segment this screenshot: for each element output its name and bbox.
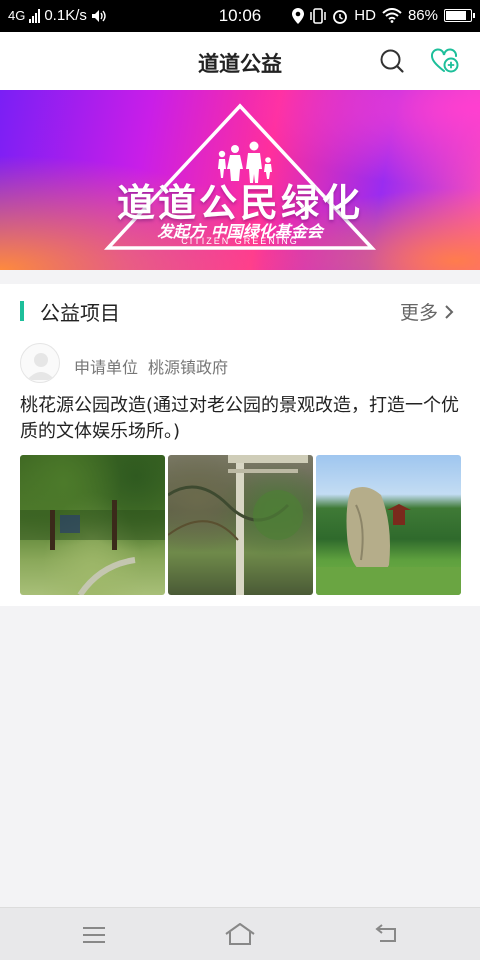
status-bar: 4G 0.1K/s 10:06 HD 86%	[0, 0, 480, 32]
overgrown-arbor-photo[interactable]	[168, 455, 313, 595]
banner-subtitle: CITIZEN GREENING	[181, 236, 299, 246]
app-header: 道道公益	[0, 32, 480, 90]
battery-percent: 86%	[407, 7, 438, 24]
section-accent-bar	[20, 301, 24, 321]
location-icon	[292, 7, 305, 24]
heart-add-icon[interactable]	[431, 48, 459, 74]
more-label: 更多	[399, 302, 438, 324]
wifi-icon	[382, 8, 402, 23]
menu-icon[interactable]	[82, 925, 106, 945]
applicant-name: 桃源镇政府	[148, 358, 229, 377]
promo-banner[interactable]: 道道公民绿化 发起方 中国绿化基金会 CITIZEN GREENING	[0, 90, 480, 270]
hd-label: HD	[354, 7, 376, 24]
park-photo[interactable]	[20, 455, 165, 595]
back-icon[interactable]	[374, 924, 398, 944]
applicant-label: 申请单位	[74, 358, 139, 377]
alarm-icon	[333, 9, 348, 24]
section-title: 公益项目	[40, 301, 120, 325]
search-icon[interactable]	[379, 48, 405, 74]
page-title: 道道公益	[198, 52, 282, 76]
system-nav-bar	[0, 907, 480, 960]
more-link[interactable]: 更多	[400, 298, 454, 325]
project-description[interactable]: 桃花源公园改造(通过对老公园的景观改造，打造一个优质的文体娱乐场所。)	[20, 393, 460, 445]
vibrate-icon	[310, 7, 327, 24]
chevron-right-icon	[445, 304, 454, 319]
stone-monument-photo[interactable]	[316, 455, 461, 595]
home-icon[interactable]	[224, 922, 256, 946]
battery-icon	[444, 9, 475, 22]
user-icon	[27, 353, 55, 380]
avatar[interactable]	[20, 343, 60, 383]
